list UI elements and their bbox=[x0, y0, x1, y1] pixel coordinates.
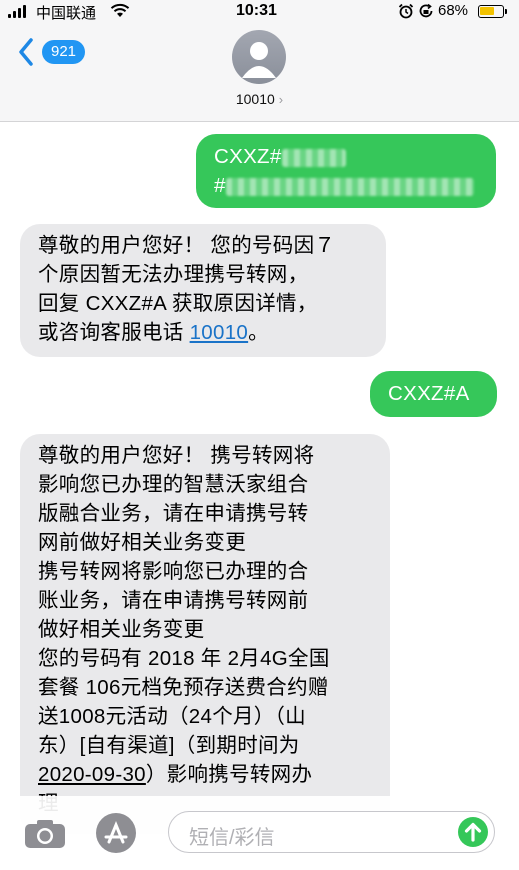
message-line: 尊敬的用户您好！ 您的号码因７ bbox=[38, 234, 336, 257]
outgoing-message[interactable]: CXXZ#A bbox=[370, 371, 497, 417]
app-store-icon[interactable] bbox=[96, 813, 136, 853]
battery-tip bbox=[505, 9, 507, 14]
incoming-message[interactable]: 尊敬的用户您好！ 携号转网将 影响您已办理的智慧沃家组合 版融合业务，请在申请携… bbox=[20, 434, 390, 834]
message-composer: 短信/彩信 bbox=[0, 796, 519, 870]
chevron-left-icon bbox=[19, 38, 33, 66]
contact-name: 10010 bbox=[235, 91, 275, 107]
message-text: 。 bbox=[248, 321, 269, 344]
battery-icon bbox=[478, 5, 504, 18]
send-button[interactable] bbox=[458, 817, 488, 847]
message-line: 尊敬的用户您好！ 携号转网将 bbox=[38, 444, 315, 467]
person-icon bbox=[242, 42, 276, 78]
orientation-lock-icon bbox=[418, 3, 434, 23]
phone-link[interactable]: 10010 bbox=[190, 321, 249, 344]
message-line: 影响您已办理的智慧沃家组合 bbox=[38, 473, 309, 496]
message-line: 您的号码有 2018 年 2月4G全国 bbox=[38, 647, 330, 670]
message-line: 个原因暂无法办理携号转网， bbox=[38, 263, 309, 286]
message-line: 回复 CXXZ#A 获取原因详情， bbox=[38, 292, 318, 315]
message-text: ）影响携号转网办 bbox=[145, 763, 313, 786]
redacted-text bbox=[281, 148, 346, 167]
chevron-right-icon: › bbox=[278, 92, 284, 107]
signal-icon bbox=[8, 5, 26, 18]
input-placeholder: 短信/彩信 bbox=[189, 827, 275, 849]
carrier-name: 中国联通 bbox=[36, 5, 97, 22]
arrow-up-icon bbox=[464, 822, 482, 842]
contact-info-button[interactable]: 10010 › bbox=[0, 91, 519, 107]
message-text: 或咨询客服电话 bbox=[38, 321, 190, 344]
message-line: 版融合业务，请在申请携号转 bbox=[38, 502, 309, 525]
message-line: 套餐 106元档免预存送费合约赠 bbox=[38, 676, 329, 699]
message-text: CXXZ# bbox=[214, 145, 282, 168]
message-line: CXXZ#A bbox=[388, 382, 470, 405]
message-line: # bbox=[214, 171, 478, 200]
battery-percent: 68% bbox=[438, 2, 469, 19]
message-line: 做好相关业务变更 bbox=[38, 618, 205, 641]
unread-badge: 921 bbox=[42, 40, 86, 64]
wifi-icon bbox=[110, 3, 130, 22]
message-text: # bbox=[214, 174, 226, 197]
message-line: 送1008元活动（24个月）（山 bbox=[38, 705, 306, 728]
message-line: CXXZ# bbox=[214, 142, 478, 171]
battery-level bbox=[480, 7, 495, 15]
message-line: 携号转网将影响您已办理的合 bbox=[38, 560, 309, 583]
incoming-message[interactable]: 尊敬的用户您好！ 您的号码因７ 个原因暂无法办理携号转网， 回复 CXXZ#A … bbox=[20, 224, 386, 357]
status-time: 10:31 bbox=[236, 2, 277, 19]
status-bar: 中国联通 10:31 68% bbox=[0, 0, 519, 22]
message-line: 网前做好相关业务变更 bbox=[38, 531, 246, 554]
message-line: 账业务，请在申请携号转网前 bbox=[38, 589, 309, 612]
message-line: 或咨询客服电话 10010。 bbox=[38, 318, 368, 347]
outgoing-message[interactable]: CXXZ# # bbox=[196, 134, 496, 208]
alarm-icon bbox=[398, 3, 414, 23]
date-link[interactable]: 2020-09-30 bbox=[38, 763, 146, 786]
conversation-header: 921 10010 › bbox=[0, 22, 519, 122]
redacted-text bbox=[225, 177, 474, 196]
camera-icon[interactable] bbox=[24, 819, 66, 854]
message-line: 东）[自有渠道]（到期时间为 bbox=[38, 734, 300, 757]
message-line: 2020-09-30）影响携号转网办 bbox=[38, 760, 372, 789]
back-button[interactable]: 921 bbox=[18, 38, 86, 66]
contact-avatar[interactable] bbox=[232, 30, 286, 84]
message-input[interactable]: 短信/彩信 bbox=[168, 811, 495, 853]
